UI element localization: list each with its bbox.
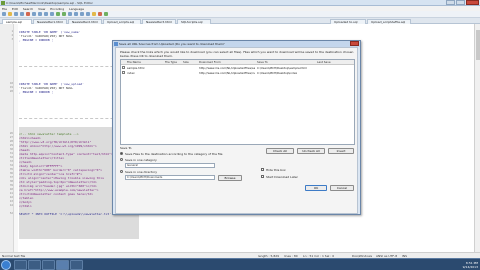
hide-dialog-label: Hide this box bbox=[266, 168, 286, 172]
file-row[interactable]: index http://www.ms.com/NL/UploadedFiles… bbox=[121, 71, 354, 76]
close-file-icon[interactable] bbox=[26, 12, 30, 16]
option-subfolder-label: Save Files to the destination according … bbox=[125, 152, 223, 156]
dialog-app-icon bbox=[114, 42, 118, 46]
maximize-button[interactable] bbox=[456, 0, 465, 5]
radio-category-subfolder[interactable] bbox=[120, 152, 123, 155]
start-later-checkbox[interactable] bbox=[261, 175, 264, 178]
open-file-icon[interactable] bbox=[8, 12, 12, 16]
vertical-scrollbar[interactable] bbox=[474, 24, 480, 261]
minimize-button[interactable] bbox=[446, 0, 455, 5]
clock-date: 9/14/2013 bbox=[462, 265, 478, 269]
save-to-label: Save To bbox=[120, 146, 132, 150]
dialog-body: Please check the links which you would l… bbox=[115, 47, 358, 214]
system-tray-clock[interactable]: 8:51 PM 9/14/2013 bbox=[463, 261, 478, 269]
radio-one-directory[interactable] bbox=[120, 170, 123, 173]
dialog-close-button[interactable] bbox=[350, 41, 359, 46]
column-file-type[interactable]: File Type bbox=[165, 60, 177, 65]
menu-file[interactable]: File bbox=[2, 7, 7, 11]
menu-search[interactable]: Search bbox=[23, 7, 33, 11]
window-title: C:\Users\MichaelMarcinik\Desktop\sample.… bbox=[6, 1, 93, 5]
column-last-save[interactable]: Last Save bbox=[317, 60, 331, 65]
line-number: 3 bbox=[11, 38, 13, 41]
radio-one-category[interactable] bbox=[120, 158, 123, 161]
undo-icon[interactable] bbox=[56, 12, 60, 16]
hide-dialog-checkbox[interactable] bbox=[261, 168, 264, 171]
replace-icon[interactable] bbox=[74, 12, 78, 16]
invert-selection-button[interactable]: Invert bbox=[328, 148, 354, 154]
new-file-icon[interactable] bbox=[2, 12, 6, 16]
column-download-from[interactable]: Download From bbox=[199, 60, 221, 65]
paste-icon[interactable] bbox=[50, 12, 54, 16]
uncheck-all-button[interactable]: Uncheck All bbox=[297, 148, 325, 154]
line-number: 20 bbox=[9, 90, 13, 93]
code-line[interactable]: , ENGINE = INNODB ; bbox=[19, 90, 53, 94]
file-source-url: http://www.ms.com/NL/UploadedFiles/index bbox=[199, 71, 255, 75]
check-all-button[interactable]: Check All bbox=[266, 148, 294, 154]
file-list-header: File Name File Type Size Download From S… bbox=[121, 60, 354, 65]
menu-edit[interactable]: Edit bbox=[12, 7, 18, 11]
wrap-icon[interactable] bbox=[92, 12, 96, 16]
file-save-path: C:\Users\MCH\Desktop\index bbox=[257, 71, 298, 75]
option-directory-label: Save in one directory bbox=[125, 170, 157, 174]
menu-view[interactable]: View bbox=[38, 7, 45, 11]
code-line[interactable]: <html xmlns="http://www.w3.org/1999/xhtm… bbox=[19, 144, 97, 148]
taskbar-download-manager[interactable] bbox=[70, 260, 83, 270]
start-later-label: Start Download Later bbox=[266, 175, 298, 179]
browse-button[interactable]: Browse bbox=[218, 175, 242, 181]
taskbar-explorer[interactable] bbox=[14, 260, 27, 270]
file-checkbox[interactable] bbox=[122, 71, 125, 74]
dialog-message: Please check the links which you would l… bbox=[120, 50, 354, 58]
taskbar: 8:51 PM 9/14/2013 bbox=[0, 258, 480, 270]
toolbar bbox=[0, 11, 480, 18]
menu-language[interactable]: Language bbox=[69, 7, 84, 11]
cut-icon[interactable] bbox=[38, 12, 42, 16]
line-number: 52 bbox=[9, 212, 13, 215]
file-checkbox[interactable] bbox=[122, 66, 125, 69]
save-all-icon[interactable] bbox=[20, 12, 24, 16]
taskbar-editor[interactable] bbox=[56, 260, 69, 270]
category-select[interactable]: General bbox=[125, 163, 215, 168]
fold-margin[interactable] bbox=[14, 24, 18, 261]
file-list[interactable]: File Name File Type Size Download From S… bbox=[120, 59, 355, 145]
download-dialog: Save all URL Sources from Uploaded (Do y… bbox=[112, 40, 361, 215]
code-line[interactable]: , ENGINE = INNODB ; bbox=[19, 38, 53, 42]
record-macro-icon[interactable] bbox=[98, 12, 102, 16]
play-macro-icon[interactable] bbox=[104, 12, 108, 16]
copy-icon[interactable] bbox=[44, 12, 48, 16]
column-file-name[interactable]: File Name bbox=[127, 60, 141, 65]
zoom-in-icon[interactable] bbox=[80, 12, 84, 16]
ok-button[interactable]: OK bbox=[305, 185, 327, 191]
menu-encoding[interactable]: Encoding bbox=[50, 7, 64, 11]
dialog-title: Save all URL Sources from Uploaded (Do y… bbox=[119, 42, 225, 46]
save-icon[interactable] bbox=[14, 12, 18, 16]
directory-input[interactable]: C:\Users\MCH\Downloads bbox=[125, 175, 215, 180]
file-name: index bbox=[127, 71, 135, 75]
print-icon[interactable] bbox=[32, 12, 36, 16]
scrollbar-thumb[interactable] bbox=[476, 30, 480, 60]
app-icon bbox=[1, 1, 5, 5]
start-button[interactable] bbox=[1, 260, 11, 270]
taskbar-browser[interactable] bbox=[28, 260, 41, 270]
code-line[interactable]: </html> bbox=[19, 204, 32, 208]
column-save-to[interactable]: Save To bbox=[257, 60, 268, 65]
window-controls bbox=[445, 0, 479, 5]
column-size[interactable]: Size bbox=[183, 60, 189, 65]
option-category-label: Save in one category bbox=[125, 158, 157, 162]
zoom-out-icon[interactable] bbox=[86, 12, 90, 16]
taskbar-media[interactable] bbox=[42, 260, 55, 270]
redo-icon[interactable] bbox=[62, 12, 66, 16]
close-button[interactable] bbox=[466, 0, 479, 5]
find-icon[interactable] bbox=[68, 12, 72, 16]
line-number: 44 bbox=[9, 204, 13, 207]
cancel-button[interactable]: Cancel bbox=[330, 185, 354, 191]
